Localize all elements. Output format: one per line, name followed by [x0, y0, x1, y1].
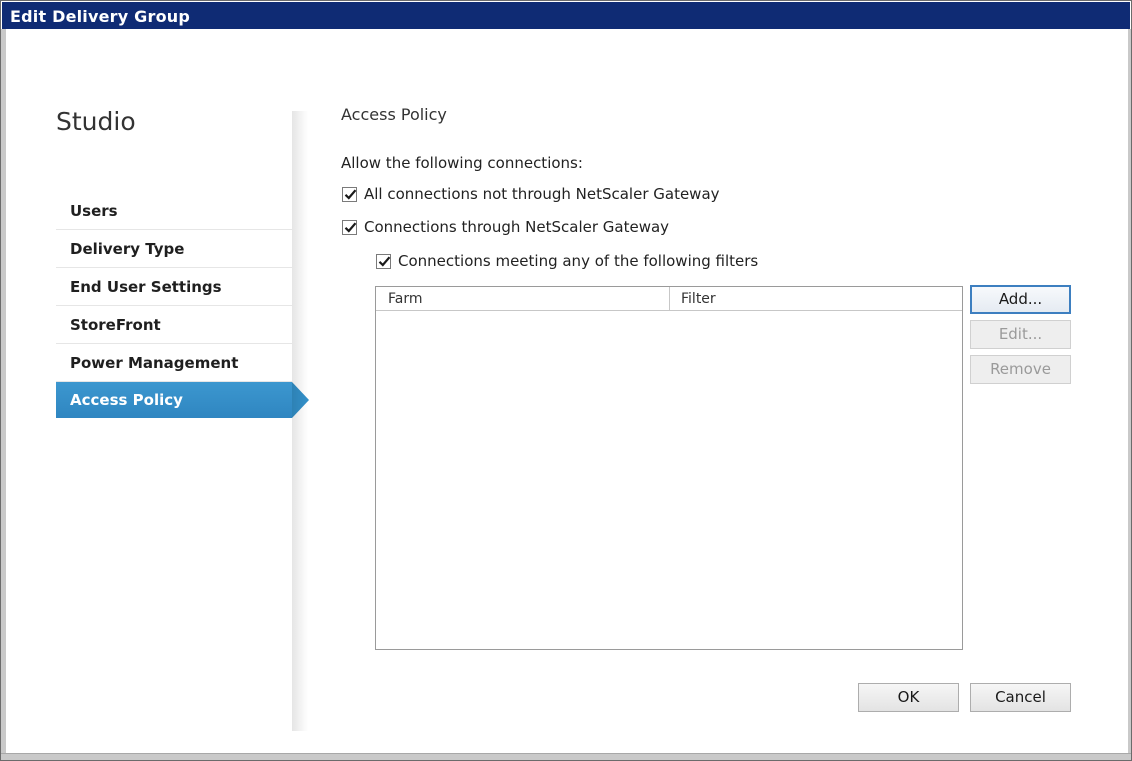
sidebar-item-storefront[interactable]: StoreFront — [56, 307, 292, 344]
sidebar-item-access-policy[interactable]: Access Policy — [56, 382, 292, 418]
window-frame-right — [1128, 29, 1131, 754]
edit-filter-button[interactable]: Edit... — [970, 320, 1071, 349]
sidebar-item-label: Power Management — [70, 354, 239, 372]
title-bar[interactable]: Edit Delivery Group — [2, 2, 1130, 29]
column-header-label: Filter — [681, 291, 716, 307]
allow-connections-label: Allow the following connections: — [341, 154, 583, 172]
sidebar-item-users[interactable]: Users — [56, 193, 292, 230]
sidebar-item-power-management[interactable]: Power Management — [56, 345, 292, 382]
checkbox-label: Connections through NetScaler Gateway — [364, 218, 670, 236]
page-title: Access Policy — [341, 105, 447, 124]
sidebar-divider-shadow — [292, 111, 308, 731]
sidebar-item-delivery-type[interactable]: Delivery Type — [56, 231, 292, 268]
add-filter-button[interactable]: Add... — [970, 285, 1071, 314]
remove-filter-button[interactable]: Remove — [970, 355, 1071, 384]
sidebar-item-label: Delivery Type — [70, 240, 185, 258]
checkbox-meeting-filters[interactable]: Connections meeting any of the following… — [376, 251, 758, 271]
checkbox-checked-icon[interactable] — [376, 253, 391, 269]
sidebar-item-label: End User Settings — [70, 278, 222, 296]
ok-button[interactable]: OK — [858, 683, 959, 712]
checkbox-label: All connections not through NetScaler Ga… — [364, 185, 720, 203]
column-header-label: Farm — [388, 291, 423, 307]
edit-delivery-group-dialog: Edit Delivery Group Studio Users Deliver… — [0, 0, 1132, 761]
checkbox-through-gateway[interactable]: Connections through NetScaler Gateway — [342, 217, 669, 237]
checkbox-label: Connections meeting any of the following… — [398, 252, 759, 270]
checkbox-checked-icon[interactable] — [342, 186, 357, 202]
cancel-button[interactable]: Cancel — [970, 683, 1071, 712]
checkbox-checked-icon[interactable] — [342, 219, 357, 235]
sidebar-item-label: Users — [70, 202, 118, 220]
column-header-farm[interactable]: Farm — [376, 287, 670, 311]
filter-table[interactable]: Farm Filter — [375, 286, 963, 650]
window-title: Edit Delivery Group — [10, 7, 191, 26]
sidebar-app-title: Studio — [56, 107, 136, 136]
column-header-filter[interactable]: Filter — [670, 287, 962, 311]
window-frame-left — [1, 29, 6, 754]
sidebar-item-label: StoreFront — [70, 316, 161, 334]
checkbox-not-through-gateway[interactable]: All connections not through NetScaler Ga… — [342, 184, 720, 204]
window-frame-bottom — [1, 753, 1131, 760]
sidebar-item-label: Access Policy — [70, 391, 183, 409]
sidebar-item-end-user-settings[interactable]: End User Settings — [56, 269, 292, 306]
table-header: Farm Filter — [376, 287, 962, 311]
